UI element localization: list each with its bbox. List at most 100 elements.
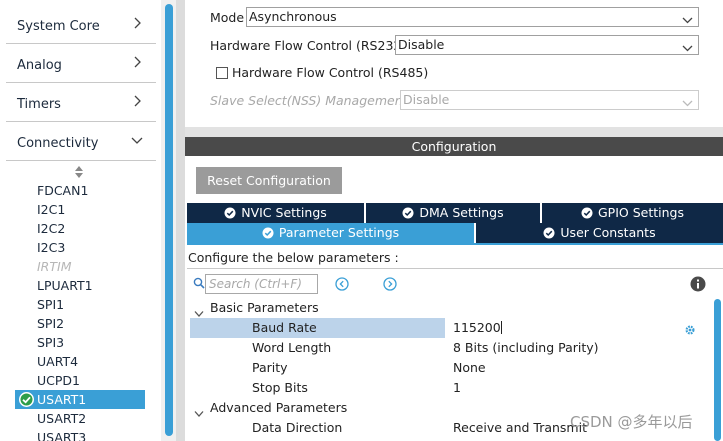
tab-nvic-settings[interactable]: NVIC Settings [187,203,364,223]
search-placeholder: Search (Ctrl+F) [209,277,302,291]
check-circle-icon [402,205,414,219]
check-circle-icon [262,225,274,239]
peripheral-config-panel: Mode Asynchronous Hardware Flow Control … [185,0,723,441]
peripheral-fdcan1[interactable]: FDCAN1 [37,181,147,200]
peripheral-i2c2[interactable]: I2C2 [37,219,147,238]
peripheral-spi2[interactable]: SPI2 [37,314,147,333]
peripheral-spi3[interactable]: SPI3 [37,333,147,352]
parameters-scrollbar[interactable] [714,299,721,441]
chevron-down-icon [194,404,204,417]
category-analog[interactable]: Analog [6,47,156,83]
configuration-body: Reset Configuration NVIC Settings DMA Se… [185,156,723,441]
tab-label: GPIO Settings [598,205,684,220]
tab-dma-settings[interactable]: DMA Settings [366,203,540,223]
configure-hint: Configure the below parameters : [188,250,399,265]
chevron-right-icon [130,16,144,30]
param-row-stop-bits[interactable]: Stop Bits 1 [185,378,705,398]
watermark: CSDN @多年以后 [570,413,693,431]
param-row-parity[interactable]: Parity None [185,358,705,378]
chevron-down-icon [682,40,693,52]
category-label: Analog [17,58,62,73]
category-label: System Core [17,19,100,34]
search-icon [193,277,205,289]
category-connectivity[interactable]: Connectivity [6,125,156,161]
tab-user-constants[interactable]: User Constants [476,223,723,243]
param-value-input[interactable]: 115200 [453,318,502,338]
reset-configuration-button[interactable]: Reset Configuration [196,167,342,194]
mode-section: Mode Asynchronous Hardware Flow Control … [185,0,723,127]
check-circle-icon [224,205,236,219]
tab-parameter-settings[interactable]: Parameter Settings [187,223,474,243]
mode-select-value: Asynchronous [249,9,337,24]
group-basic-parameters[interactable]: Basic Parameters [185,298,705,318]
peripheral-label: USART1 [37,392,87,407]
group-label: Advanced Parameters [210,400,348,415]
sidebar-scrollbar[interactable] [165,4,173,436]
param-value[interactable]: None [453,358,486,378]
sort-icon[interactable] [74,166,84,178]
hwfc-rs232-select[interactable]: Disable [395,35,699,55]
mode-select[interactable]: Asynchronous [246,7,699,27]
param-name: Baud Rate [252,320,317,335]
search-next-icon[interactable] [383,277,397,291]
tab-label: NVIC Settings [241,205,327,220]
hwfc-rs232-label: Hardware Flow Control (RS232) [210,38,407,53]
hwfc-rs232-value: Disable [398,37,445,52]
search-previous-icon[interactable] [335,277,349,291]
chevron-down-icon [682,12,693,24]
check-circle-icon [543,225,555,239]
app-root: System Core Analog Timers Connectivity F… [0,0,723,441]
slave-select-select: Disable [400,90,699,110]
mode-label: Mode [210,10,245,25]
param-name: Word Length [252,340,332,355]
check-circle-icon [581,205,593,219]
peripheral-i2c3[interactable]: I2C3 [37,238,147,257]
peripheral-ucpd1[interactable]: UCPD1 [37,371,147,390]
param-name: Data Direction [252,420,343,435]
chevron-right-icon [130,55,144,69]
gear-icon[interactable] [684,322,696,335]
panel-divider[interactable] [176,0,185,441]
param-row-word-length[interactable]: Word Length 8 Bits (including Parity) [185,338,705,358]
slave-select-value: Disable [403,92,450,107]
hwfc-rs485-checkbox[interactable] [216,67,228,79]
param-name: Stop Bits [252,380,308,395]
hwfc-rs485-label: Hardware Flow Control (RS485) [232,65,429,80]
peripheral-spi1[interactable]: SPI1 [37,295,147,314]
category-timers[interactable]: Timers [6,86,156,122]
tabs-underline [187,243,723,245]
param-value[interactable]: 8 Bits (including Parity) [453,338,599,358]
peripheral-irtim: IRTIM [37,259,72,274]
chevron-down-icon [130,133,144,147]
info-icon[interactable] [690,276,706,292]
chevron-down-icon [682,95,693,107]
param-value[interactable]: Receive and Transmit [453,418,587,438]
tab-label: Parameter Settings [278,225,400,240]
category-label: Timers [17,97,61,112]
selection-highlight [190,318,445,338]
param-value[interactable]: 1 [453,378,461,398]
param-row-baud-rate[interactable]: Baud Rate 115200 [185,318,705,338]
tab-label: DMA Settings [419,205,504,220]
tab-label: User Constants [560,225,656,240]
text-caret [500,321,502,334]
slave-select-label: Slave Select(NSS) Management [210,93,408,108]
configuration-header: Configuration [185,137,723,156]
peripheral-i2c1[interactable]: I2C1 [37,200,147,219]
peripheral-lpuart1[interactable]: LPUART1 [37,276,147,295]
check-circle-icon [18,391,35,408]
peripheral-usart1[interactable]: USART1 [15,390,145,409]
category-sidebar: System Core Analog Timers Connectivity F… [0,0,176,441]
peripheral-uart4[interactable]: UART4 [37,352,147,371]
peripheral-usart3[interactable]: USART3 [37,428,147,441]
chevron-down-icon [194,304,204,317]
category-system-core[interactable]: System Core [6,8,156,44]
tab-gpio-settings[interactable]: GPIO Settings [542,203,723,223]
param-value: 115200 [453,320,501,335]
panel-splitter[interactable] [185,127,723,137]
param-name: Parity [252,360,288,375]
search-input[interactable]: Search (Ctrl+F) [205,274,318,294]
chevron-right-icon [130,94,144,108]
peripheral-usart2[interactable]: USART2 [37,409,147,428]
divider [187,268,723,269]
